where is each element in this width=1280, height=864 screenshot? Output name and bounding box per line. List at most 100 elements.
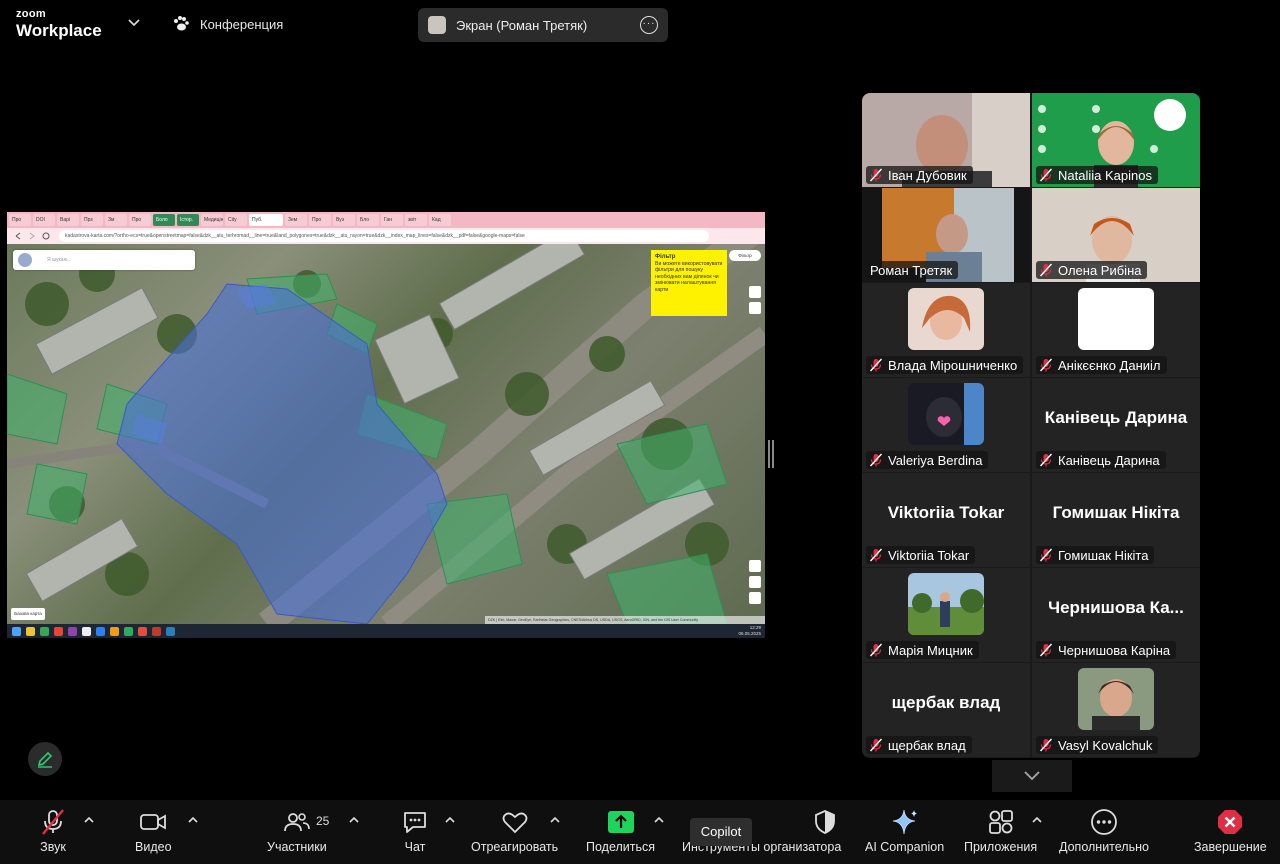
mic-muted-icon (869, 168, 883, 182)
apps-button[interactable]: Приложения (964, 808, 1037, 854)
pdf-icon (152, 626, 161, 636)
participant-tile[interactable]: Канівець Дарина Канівець Дарина (1032, 378, 1200, 472)
mic-muted-icon (869, 643, 883, 657)
video-options-caret[interactable] (188, 816, 198, 826)
participants-count: 25 (316, 814, 330, 828)
browser-tab: Про (129, 214, 151, 226)
participant-name: Гомишак Нікіта (1058, 547, 1149, 563)
participants-options-caret[interactable] (349, 816, 359, 826)
mic-muted-icon (1039, 643, 1053, 657)
apps-options-caret[interactable] (1032, 816, 1042, 826)
video-label: Видео (135, 840, 172, 854)
mic-muted-icon (1039, 263, 1053, 277)
filter-tooltip: Фільтр Ви можете використовувати фільтри… (651, 250, 727, 316)
presenter-avatar (428, 16, 446, 34)
site-logo-icon (18, 253, 32, 267)
participant-name-tag: Vasyl Kovalchuk (1036, 736, 1159, 754)
app-icon-2 (82, 626, 91, 636)
more-dots-icon (1089, 808, 1119, 836)
basemap-button[interactable]: Базова карта (11, 608, 45, 620)
satellite-map[interactable]: Я шукаю... Фільтр Ви можете використовув… (7, 244, 765, 624)
split-divider-handle[interactable] (768, 440, 774, 468)
participant-avatar (1078, 668, 1154, 730)
top-bar: zoom Workplace Конференция Экран (Роман … (0, 0, 1280, 48)
screen-share-indicator[interactable]: Экран (Роман Третяк) ··· (418, 8, 668, 42)
browser-tab: Прз (81, 214, 103, 226)
zoom-in-icon[interactable] (749, 576, 761, 588)
ai-companion-button[interactable]: AI Companion (865, 808, 944, 854)
audio-label: Звук (40, 840, 66, 854)
browser-url: kadastrova-karta.com/?ortho-ecs=true&ope… (59, 230, 709, 242)
zoom-taskbar-icon (166, 626, 175, 636)
participant-tile[interactable]: Vasyl Kovalchuk (1032, 663, 1200, 757)
participant-tile[interactable]: Марія Мицник (862, 568, 1030, 662)
zoom-out-icon[interactable] (749, 592, 761, 604)
end-meeting-button[interactable]: Завершение (1194, 808, 1267, 854)
participant-tile[interactable]: Влада Мірошниченко (862, 283, 1030, 377)
chrome-icon (40, 626, 49, 636)
meeting-info[interactable]: Конференция (172, 15, 283, 33)
mic-muted-icon (1039, 548, 1053, 562)
copilot-tooltip: Copilot (690, 818, 752, 846)
map-search-input[interactable]: Я шукаю... (13, 250, 195, 270)
chat-options-caret[interactable] (445, 816, 455, 826)
participant-name-tag: Nataliia Kapinos (1036, 166, 1158, 184)
more-options-icon[interactable]: ··· (640, 16, 658, 34)
browser-tab: DOI (33, 214, 55, 226)
mic-muted-icon (869, 548, 883, 562)
participant-tile[interactable]: Анікєєнко Даниіл (1032, 283, 1200, 377)
browser-tab: Варі (57, 214, 79, 226)
map-attribution: DZK | Esri, Maxar, GeoEye, Earthstar Geo… (485, 616, 765, 624)
layers-icon[interactable] (749, 286, 761, 298)
participant-name: Vasyl Kovalchuk (1058, 737, 1153, 753)
annotate-button[interactable] (28, 742, 62, 776)
participant-tile[interactable]: Viktoriia Tokar Viktoriia Tokar (862, 473, 1030, 567)
participant-gallery: Іван Дубовик Nataliia Kapinos Роман Трет… (862, 93, 1200, 758)
participant-tile[interactable]: щербак влад щербак влад (862, 663, 1030, 757)
react-button[interactable]: Отреагировать (471, 808, 558, 854)
print-icon[interactable] (749, 302, 761, 314)
participant-name: Viktoriia Tokar (888, 547, 970, 563)
browser-tab: Медицін (201, 214, 223, 226)
participant-tile[interactable]: Valeriya Berdina (862, 378, 1030, 472)
video-button[interactable]: Видео (135, 808, 172, 854)
mic-muted-icon (869, 453, 883, 467)
participant-tile-active-speaker[interactable]: Роман Третяк (862, 188, 1030, 282)
react-options-caret[interactable] (550, 816, 560, 826)
browser-tab: Зем (285, 214, 307, 226)
settings-icon[interactable] (749, 560, 761, 572)
chevron-down-icon[interactable] (128, 16, 140, 30)
app-icon-3 (96, 626, 105, 636)
participant-tile[interactable]: Іван Дубовик (862, 93, 1030, 187)
audio-options-caret[interactable] (84, 816, 94, 826)
participant-tile[interactable]: Гомишак Нікіта Гомишак Нікіта (1032, 473, 1200, 567)
share-screen-button[interactable]: Поделиться (586, 808, 655, 854)
share-options-caret[interactable] (654, 816, 664, 826)
participant-name-tag: Іван Дубовик (866, 166, 973, 184)
react-label: Отреагировать (471, 840, 559, 854)
taskbar-date: 06.05.2025 (738, 631, 761, 636)
participant-name-tag: Канівець Дарина (1036, 451, 1166, 469)
browser-tab: Про (309, 214, 331, 226)
participant-name-tag: Гомишак Нікіта (1036, 546, 1155, 564)
filter-tooltip-text: Ви можете використовувати фільтри для по… (655, 260, 723, 293)
gallery-next-page-button[interactable] (992, 760, 1072, 792)
participant-tile[interactable]: Чернишова Ка... Чернишова Каріна (1032, 568, 1200, 662)
participant-tile[interactable]: Олена Рибіна (1032, 188, 1200, 282)
more-button[interactable]: Дополнительно (1059, 808, 1149, 854)
app-icon-6 (138, 626, 147, 636)
audio-button[interactable]: Звук (38, 808, 68, 854)
meeting-label: Конференция (200, 16, 284, 32)
shared-screen[interactable]: ПроDOIВаріПрзЗмПроБолоІстор. КреаМедицін… (7, 212, 765, 638)
logo-line1: zoom (16, 8, 46, 20)
zoom-logo[interactable]: zoom Workplace (16, 8, 102, 40)
participant-display-name: Канівець Дарина (1044, 408, 1188, 427)
map-filter-button[interactable]: Фільтр (729, 250, 761, 261)
participant-name: Олена Рибіна (1058, 262, 1142, 278)
browser-tab: Зм (105, 214, 127, 226)
participant-tile[interactable]: Nataliia Kapinos (1032, 93, 1200, 187)
chat-button[interactable]: Чат (400, 808, 430, 854)
participant-avatar (1078, 288, 1154, 350)
mic-muted-icon (1039, 738, 1053, 752)
screen-share-label: Экран (Роман Третяк) (456, 17, 588, 33)
